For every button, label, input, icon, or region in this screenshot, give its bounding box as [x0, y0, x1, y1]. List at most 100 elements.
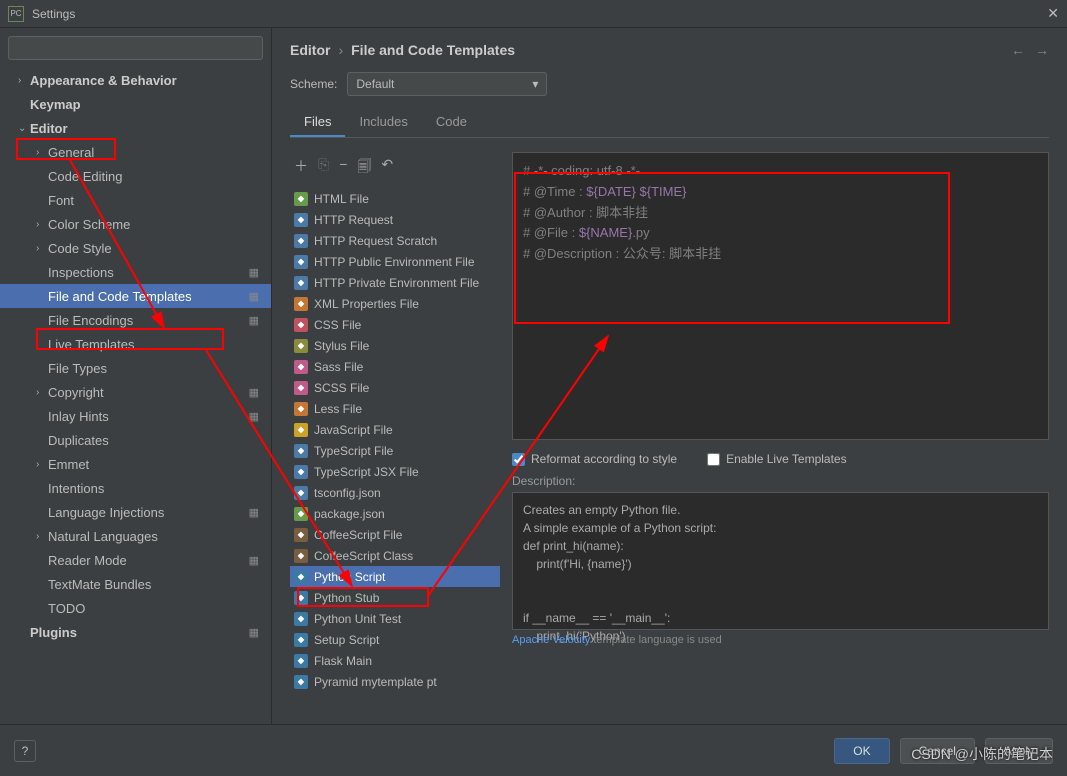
ok-button[interactable]: OK [834, 738, 889, 764]
tab-code[interactable]: Code [422, 108, 481, 137]
live-templates-checkbox[interactable]: Enable Live Templates [707, 452, 847, 466]
sidebar-search-input[interactable] [8, 36, 263, 60]
file-type-icon: ◆ [294, 612, 308, 626]
sidebar-item-emmet[interactable]: ›Emmet [0, 452, 271, 476]
sidebar-item-duplicates[interactable]: Duplicates [0, 428, 271, 452]
add-child-icon[interactable]: ⎘ [318, 156, 329, 180]
template-item[interactable]: ◆TypeScript JSX File [290, 461, 500, 482]
chevron-right-icon: › [338, 42, 343, 58]
template-item[interactable]: ◆Flask Main [290, 650, 500, 671]
sidebar-item-editor[interactable]: ⌄Editor [0, 116, 271, 140]
project-scheme-icon: ▦ [249, 266, 259, 279]
sidebar-item-general[interactable]: ›General [0, 140, 271, 164]
sidebar-item-todo[interactable]: TODO [0, 596, 271, 620]
close-icon[interactable]: ✕ [1047, 5, 1059, 22]
sidebar-item-appearance-behavior[interactable]: ›Appearance & Behavior [0, 68, 271, 92]
sidebar-item-inlay-hints[interactable]: Inlay Hints▦ [0, 404, 271, 428]
project-scheme-icon: ▦ [249, 386, 259, 399]
file-type-icon: ◆ [294, 591, 308, 605]
sidebar-item-reader-mode[interactable]: Reader Mode▦ [0, 548, 271, 572]
template-item[interactable]: ◆XML Properties File [290, 293, 500, 314]
scheme-combo[interactable]: Default ▾ [347, 72, 547, 96]
sidebar-item-plugins[interactable]: Plugins▦ [0, 620, 271, 644]
template-item[interactable]: ◆Stylus File [290, 335, 500, 356]
sidebar-item-file-types[interactable]: File Types [0, 356, 271, 380]
undo-icon[interactable]: ↶ [381, 156, 393, 180]
file-type-icon: ◆ [294, 381, 308, 395]
template-item[interactable]: ◆HTTP Request Scratch [290, 230, 500, 251]
sidebar-item-language-injections[interactable]: Language Injections▦ [0, 500, 271, 524]
template-item[interactable]: ◆Setup Script [290, 629, 500, 650]
reformat-checkbox[interactable]: Reformat according to style [512, 452, 677, 466]
file-type-icon: ◆ [294, 633, 308, 647]
sidebar-item-live-templates[interactable]: Live Templates [0, 332, 271, 356]
apache-velocity-link[interactable]: Apache Velocity [512, 634, 590, 646]
file-type-icon: ◆ [294, 339, 308, 353]
file-type-icon: ◆ [294, 402, 308, 416]
sidebar-item-keymap[interactable]: Keymap [0, 92, 271, 116]
template-item[interactable]: ◆HTTP Private Environment File [290, 272, 500, 293]
template-list[interactable]: ◆HTML File◆HTTP Request◆HTTP Request Scr… [290, 188, 500, 724]
template-item[interactable]: ◆CSS File [290, 314, 500, 335]
template-item[interactable]: ◆Python Unit Test [290, 608, 500, 629]
file-type-icon: ◆ [294, 549, 308, 563]
template-editor[interactable]: # -*- coding: utf-8 -*- # @Time : ${DATE… [512, 152, 1049, 440]
template-item[interactable]: ◆SCSS File [290, 377, 500, 398]
template-item[interactable]: ◆Sass File [290, 356, 500, 377]
sidebar-item-textmate-bundles[interactable]: TextMate Bundles [0, 572, 271, 596]
add-icon[interactable]: ＋ [294, 156, 308, 180]
nav-forward-icon[interactable]: → [1035, 42, 1049, 58]
sidebar-item-copyright[interactable]: ›Copyright▦ [0, 380, 271, 404]
template-item[interactable]: ◆TypeScript File [290, 440, 500, 461]
sidebar-item-intentions[interactable]: Intentions [0, 476, 271, 500]
sidebar-item-file-and-code-templates[interactable]: File and Code Templates▦ [0, 284, 271, 308]
copy-icon[interactable]: 🗐 [357, 156, 371, 180]
cancel-button[interactable]: Cancel [900, 738, 975, 764]
breadcrumb-part1: Editor [290, 42, 330, 58]
titlebar: PC Settings ✕ [0, 0, 1067, 28]
sidebar-item-inspections[interactable]: Inspections▦ [0, 260, 271, 284]
sidebar-item-natural-languages[interactable]: ›Natural Languages [0, 524, 271, 548]
file-type-icon: ◆ [294, 570, 308, 584]
tab-includes[interactable]: Includes [345, 108, 421, 137]
template-toolbar: ＋ ⎘ − 🗐 ↶ [290, 152, 500, 188]
project-scheme-icon: ▦ [249, 554, 259, 567]
apply-button[interactable]: Apply [985, 738, 1053, 764]
file-type-icon: ◆ [294, 297, 308, 311]
settings-tree[interactable]: ›Appearance & BehaviorKeymap⌄Editor›Gene… [0, 68, 271, 724]
template-item[interactable]: ◆JavaScript File [290, 419, 500, 440]
file-type-icon: ◆ [294, 675, 308, 689]
template-item[interactable]: ◆HTML File [290, 188, 500, 209]
remove-icon[interactable]: − [339, 156, 347, 180]
template-item[interactable]: ◆CoffeeScript File [290, 524, 500, 545]
sidebar-item-color-scheme[interactable]: ›Color Scheme [0, 212, 271, 236]
file-type-icon: ◆ [294, 255, 308, 269]
template-item[interactable]: ◆Pyramid mytemplate pt [290, 671, 500, 692]
file-type-icon: ◆ [294, 192, 308, 206]
template-item[interactable]: ◆Python Script [290, 566, 500, 587]
sidebar-item-font[interactable]: Font [0, 188, 271, 212]
settings-sidebar: ›Appearance & BehaviorKeymap⌄Editor›Gene… [0, 28, 272, 724]
template-item[interactable]: ◆CoffeeScript Class [290, 545, 500, 566]
sidebar-item-code-editing[interactable]: Code Editing [0, 164, 271, 188]
file-type-icon: ◆ [294, 360, 308, 374]
sidebar-item-code-style[interactable]: ›Code Style [0, 236, 271, 260]
template-item[interactable]: ◆HTTP Public Environment File [290, 251, 500, 272]
template-item[interactable]: ◆HTTP Request [290, 209, 500, 230]
file-type-icon: ◆ [294, 507, 308, 521]
file-type-icon: ◆ [294, 444, 308, 458]
help-button[interactable]: ? [14, 740, 36, 762]
nav-back-icon[interactable]: ← [1011, 42, 1025, 58]
template-item[interactable]: ◆Python Stub [290, 587, 500, 608]
tab-files[interactable]: Files [290, 108, 345, 137]
template-item[interactable]: ◆package.json [290, 503, 500, 524]
scheme-value: Default [356, 77, 394, 91]
template-item[interactable]: ◆tsconfig.json [290, 482, 500, 503]
sidebar-item-file-encodings[interactable]: File Encodings▦ [0, 308, 271, 332]
file-type-icon: ◆ [294, 234, 308, 248]
project-scheme-icon: ▦ [249, 410, 259, 423]
file-type-icon: ◆ [294, 213, 308, 227]
breadcrumb-part2: File and Code Templates [351, 42, 515, 58]
template-item[interactable]: ◆Less File [290, 398, 500, 419]
project-scheme-icon: ▦ [249, 626, 259, 639]
